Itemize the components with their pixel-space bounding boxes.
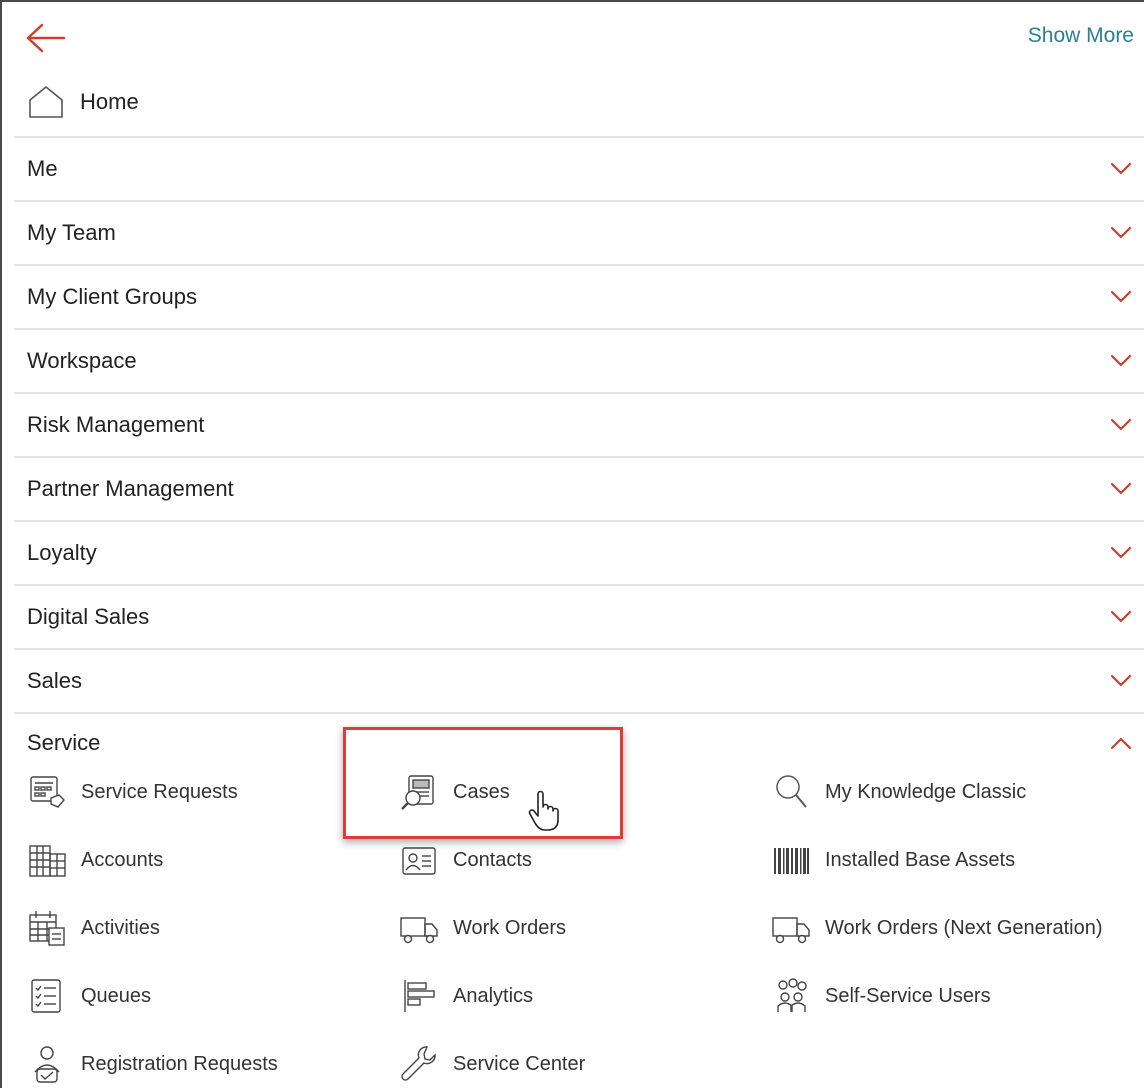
tile-work-orders-next-generation[interactable]: Work Orders (Next Generation): [770, 904, 1103, 952]
tile-analytics[interactable]: Analytics: [398, 972, 533, 1020]
tile-label: My Knowledge Classic: [825, 780, 1027, 803]
nav-group-label: Workspace: [27, 348, 137, 373]
users-group-icon: [770, 975, 812, 1017]
nav-group-label: Partner Management: [27, 476, 234, 501]
chevron-down-icon: [1110, 610, 1132, 623]
tile-service-center[interactable]: Service Center: [398, 1040, 585, 1088]
tile-activities[interactable]: Activities: [26, 904, 160, 952]
chevron-down-icon: [1110, 226, 1132, 239]
nav-group-label: Sales: [27, 668, 83, 693]
chevron-down-icon: [1110, 546, 1132, 559]
truck-icon: [770, 907, 812, 949]
nav-group-partner-management[interactable]: Partner Management: [14, 456, 1144, 520]
tile-label: Registration Requests: [81, 1052, 278, 1075]
tile-queues[interactable]: Queues: [26, 972, 151, 1020]
back-arrow-icon: [26, 23, 66, 53]
checklist-icon: [26, 975, 68, 1017]
tile-service-requests[interactable]: Service Requests: [26, 768, 238, 816]
tile-label: Contacts: [453, 848, 532, 871]
truck-icon: [398, 907, 440, 949]
tile-installed-base-assets[interactable]: Installed Base Assets: [770, 836, 1015, 884]
nav-group-digital-sales[interactable]: Digital Sales: [14, 584, 1144, 648]
chevron-down-icon: [1110, 290, 1132, 303]
barcode-icon: [770, 839, 812, 881]
cases-icon: [398, 771, 440, 813]
tile-self-service-users[interactable]: Self-Service Users: [770, 972, 991, 1020]
navigator-groups: Me My Team My Client Groups Workspace Ri…: [14, 136, 1144, 772]
nav-group-my-client-groups[interactable]: My Client Groups: [14, 264, 1144, 328]
chevron-down-icon: [1110, 354, 1132, 367]
nav-group-workspace[interactable]: Workspace: [14, 328, 1144, 392]
tile-my-knowledge-classic[interactable]: My Knowledge Classic: [770, 768, 1026, 816]
chevron-down-icon: [1110, 482, 1132, 495]
back-button[interactable]: [24, 20, 68, 56]
tile-label: Installed Base Assets: [825, 848, 1016, 871]
tile-registration-requests[interactable]: Registration Requests: [26, 1040, 278, 1088]
nav-group-risk-management[interactable]: Risk Management: [14, 392, 1144, 456]
nav-group-me[interactable]: Me: [14, 136, 1144, 200]
home-link[interactable]: Home: [26, 82, 139, 122]
nav-group-loyalty[interactable]: Loyalty: [14, 520, 1144, 584]
nav-group-label: Service: [27, 730, 101, 755]
chevron-down-icon: [1110, 674, 1132, 687]
tile-accounts[interactable]: Accounts: [26, 836, 163, 884]
tile-cases[interactable]: Cases: [398, 768, 510, 816]
user-check-icon: [26, 1043, 68, 1085]
nav-group-sales[interactable]: Sales: [14, 648, 1144, 712]
tile-label: Cases: [453, 780, 510, 803]
nav-group-label: My Client Groups: [27, 284, 197, 309]
chevron-down-icon: [1110, 162, 1132, 175]
tile-contacts[interactable]: Contacts: [398, 836, 532, 884]
search-icon: [770, 771, 812, 813]
tile-label: Service Requests: [81, 780, 238, 803]
nav-group-service[interactable]: Service: [14, 712, 1144, 772]
nav-group-label: Risk Management: [27, 412, 205, 437]
chevron-up-icon: [1110, 737, 1132, 750]
show-more-link[interactable]: Show More: [1028, 24, 1134, 48]
service-requests-icon: [26, 771, 68, 813]
nav-group-label: Me: [27, 156, 58, 181]
tile-label: Accounts: [81, 848, 164, 871]
nav-group-label: My Team: [27, 220, 116, 245]
tile-label: Analytics: [453, 984, 534, 1007]
calendar-icon: [26, 907, 68, 949]
tile-label: Service Center: [453, 1052, 586, 1075]
buildings-icon: [26, 839, 68, 881]
contact-card-icon: [398, 839, 440, 881]
nav-group-label: Loyalty: [27, 540, 97, 565]
nav-group-my-team[interactable]: My Team: [14, 200, 1144, 264]
home-label: Home: [80, 89, 139, 114]
home-icon: [29, 86, 63, 118]
tile-label: Self-Service Users: [825, 984, 991, 1007]
tile-label: Queues: [81, 984, 152, 1007]
tile-work-orders[interactable]: Work Orders: [398, 904, 566, 952]
nav-group-label: Digital Sales: [27, 604, 150, 629]
wrench-icon: [398, 1043, 440, 1085]
analytics-icon: [398, 975, 440, 1017]
tile-label: Activities: [81, 916, 160, 939]
chevron-down-icon: [1110, 418, 1132, 431]
tile-label: Work Orders: [453, 916, 566, 939]
tile-label: Work Orders (Next Generation): [825, 916, 1103, 939]
